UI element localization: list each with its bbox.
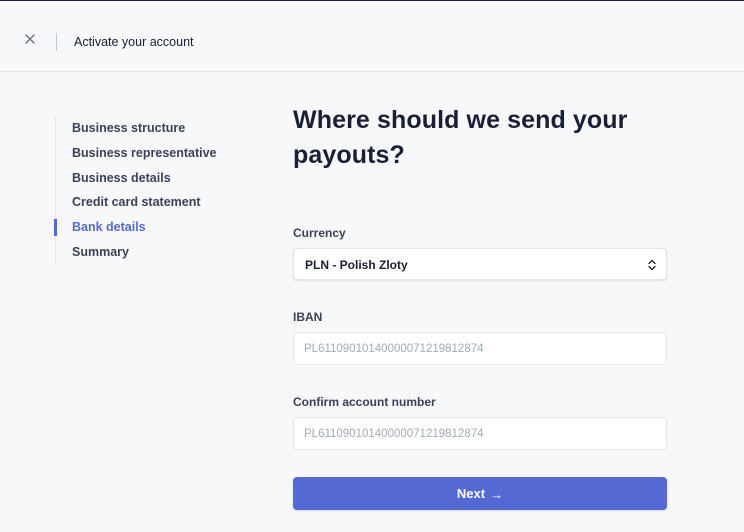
arrow-right-icon: →: [490, 486, 504, 502]
step-business-details[interactable]: Business details: [56, 166, 235, 191]
step-credit-card-statement[interactable]: Credit card statement: [56, 190, 235, 215]
currency-label: Currency: [293, 226, 346, 240]
next-label: Next: [456, 486, 486, 502]
header-divider: [56, 33, 57, 51]
step-business-structure[interactable]: Business structure: [56, 116, 235, 141]
confirm-account-label: Confirm account number: [293, 395, 436, 409]
close-icon[interactable]: [22, 31, 38, 47]
confirm-account-input[interactable]: [293, 417, 667, 450]
iban-input[interactable]: [293, 332, 667, 365]
step-business-representative[interactable]: Business representative: [56, 141, 235, 166]
form-heading: Where should we send your payouts?: [293, 106, 628, 169]
page-title: Activate your account: [74, 35, 194, 49]
currency-select[interactable]: PLN - Polish Zloty: [293, 248, 667, 280]
top-bar: Activate your account: [0, 0, 744, 72]
currency-value: PLN - Polish Zloty: [305, 258, 408, 272]
iban-label: IBAN: [293, 310, 323, 324]
step-summary[interactable]: Summary: [56, 240, 235, 265]
next-button[interactable]: Next →: [293, 477, 667, 510]
step-bank-details[interactable]: Bank details: [54, 215, 235, 240]
chevron-updown-icon: [646, 257, 658, 273]
step-list: Business structure Business representati…: [54, 116, 235, 265]
